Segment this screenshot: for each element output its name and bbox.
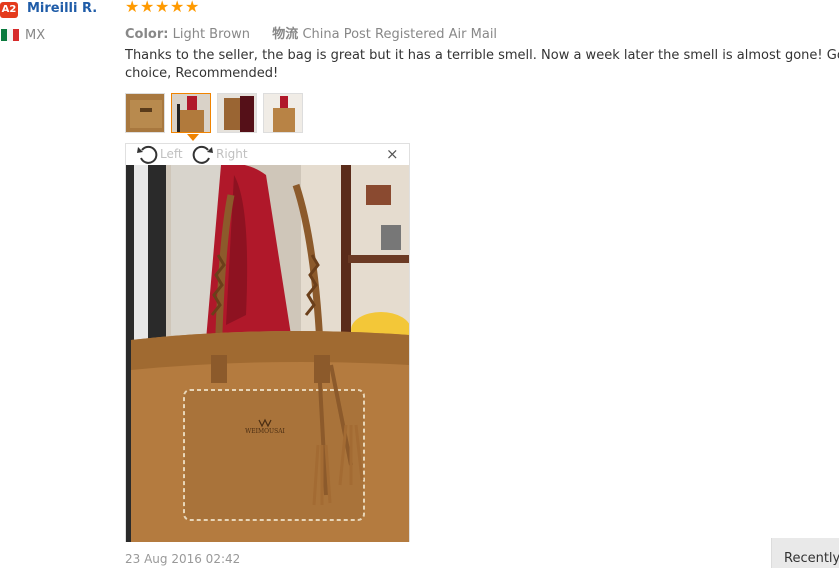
review-text: Thanks to the seller, the bag is great b… [125,48,839,81]
review-photo-thumbnails [125,93,303,133]
rotate-left-button[interactable]: Left [136,144,183,164]
reviewer-name-link[interactable]: Mireilli R. [27,1,97,16]
star-icon: ★ [125,0,140,16]
rotate-right-button[interactable]: Right [192,144,248,164]
rating-stars: ★ ★ ★ ★ ★ [125,0,200,16]
star-icon: ★ [170,0,185,16]
star-icon: ★ [155,0,170,16]
shipping-attribute-value: China Post Registered Air Mail [302,27,498,42]
color-attribute-label: Color: [125,27,169,42]
rotate-left-label: Left [160,147,183,161]
review-photo-thumbnail[interactable] [263,93,303,133]
order-attributes: Color: Light Brown 物流 China Post Registe… [125,23,497,42]
enlarged-review-photo: WEIMOUSAI [126,165,409,542]
rotate-left-icon [137,145,158,164]
bag-brand-logo: WEIMOUSAI [245,428,285,435]
photo-viewer: Left Right × WEIMOUSAI [125,143,410,542]
rotate-right-label: Right [216,147,248,161]
shipping-attribute-label: 物流 [272,27,299,42]
review-photo-thumbnail[interactable] [217,93,257,133]
buyer-level-badge: A2 [0,2,18,18]
selected-thumbnail-pointer [187,134,199,141]
review-photo-thumbnail-selected[interactable] [171,93,211,133]
reviewer-country: MX [25,28,46,43]
close-viewer-button[interactable]: × [386,146,399,162]
color-attribute-value: Light Brown [172,27,250,42]
review-photo-thumbnail[interactable] [125,93,165,133]
mexico-flag-icon [1,29,19,41]
rotate-right-icon [192,145,213,164]
star-icon: ★ [140,0,155,16]
star-icon: ★ [185,0,200,16]
